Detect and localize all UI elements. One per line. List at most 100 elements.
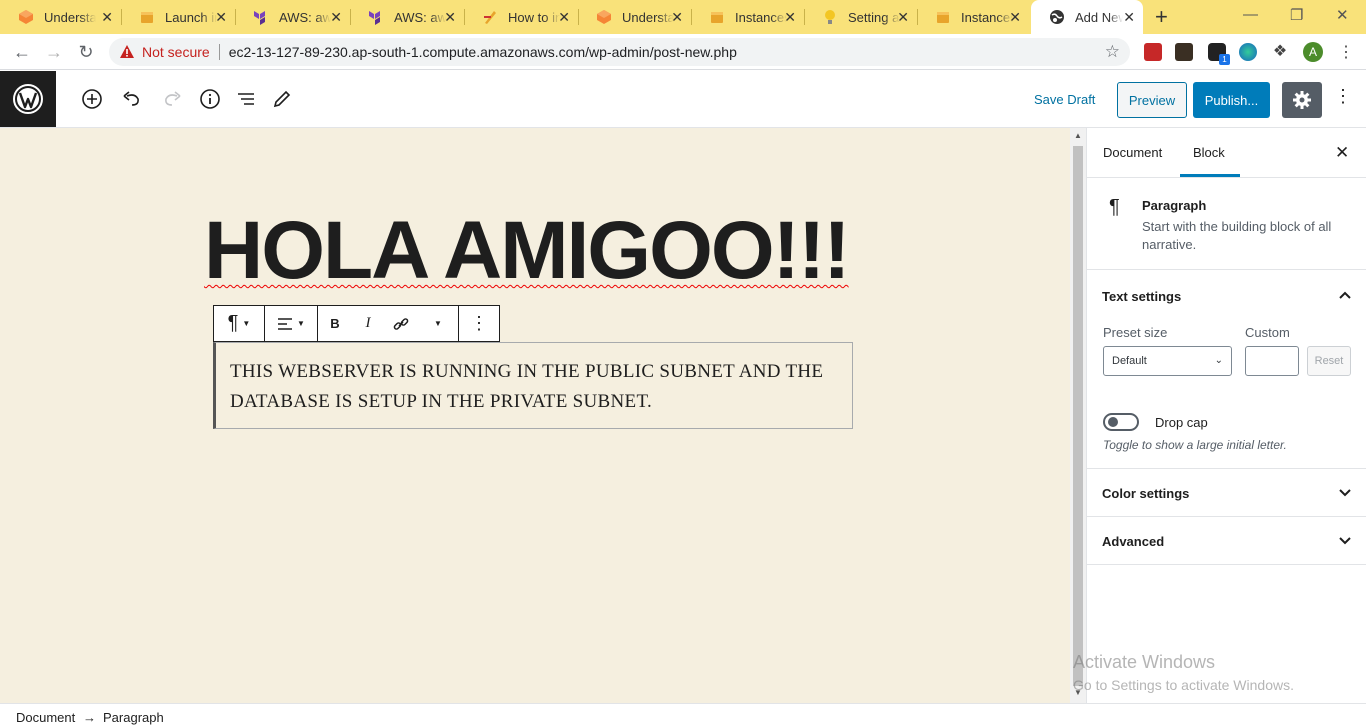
breadcrumb-paragraph[interactable]: Paragraph	[103, 710, 164, 725]
block-options-icon[interactable]: ⋮	[459, 306, 499, 341]
bookmark-star-icon[interactable]: ☆	[1105, 42, 1120, 62]
close-icon[interactable]: ✕	[1335, 143, 1349, 163]
save-draft-button[interactable]: Save Draft	[1034, 92, 1095, 107]
browser-tab-active[interactable]: Add New ✕	[1031, 0, 1143, 34]
scroll-thumb[interactable]	[1073, 146, 1083, 686]
close-icon[interactable]: ✕	[330, 9, 342, 25]
edit-pencil-icon[interactable]	[271, 88, 293, 110]
canvas-scrollbar[interactable]: ▲ ▼	[1070, 128, 1086, 703]
browser-tab[interactable]: Setting a ✕	[804, 0, 918, 34]
tab-block[interactable]: Block	[1193, 145, 1225, 160]
minimize-icon[interactable]: —	[1243, 6, 1258, 23]
browser-tab-strip: Understa ✕ Launch in ✕ AWS: aws ✕ AWS: a…	[0, 0, 1366, 34]
back-icon[interactable]: ←	[12, 42, 32, 62]
text-settings-toggle[interactable]: Text settings	[1102, 289, 1181, 304]
color-settings-toggle[interactable]: Color settings	[1102, 486, 1189, 501]
close-icon[interactable]: ✕	[784, 9, 796, 25]
browser-tab[interactable]: Understa ✕	[578, 0, 692, 34]
address-bar[interactable]: Not secure ec2-13-127-89-230.ap-south-1.…	[109, 38, 1130, 66]
advanced-toggle[interactable]: Advanced	[1102, 534, 1164, 549]
block-name: Paragraph	[1142, 198, 1207, 213]
reset-button[interactable]: Reset	[1307, 346, 1351, 376]
post-title[interactable]: HOLA AMIGOO!!!	[204, 205, 851, 296]
url-text[interactable]: ec2-13-127-89-230.ap-south-1.compute.ama…	[229, 44, 737, 60]
window-close-icon[interactable]: ✕	[1336, 6, 1349, 24]
block-description: Start with the building block of all nar…	[1142, 219, 1332, 252]
browser-tab-title: AWS: aws	[394, 9, 446, 25]
paragraph-block[interactable]: THIS WEBSERVER IS RUNNING IN THE PUBLIC …	[213, 342, 853, 429]
chevron-down-icon[interactable]	[1338, 534, 1352, 548]
scroll-up-icon[interactable]: ▲	[1074, 131, 1082, 140]
editor-header: Save Draft Preview Publish... ⋮	[0, 71, 1366, 128]
close-icon[interactable]: ✕	[897, 9, 909, 25]
browser-tab[interactable]: AWS: aws ✕	[350, 0, 465, 34]
article-icon	[482, 9, 498, 25]
extension-icon[interactable]	[1175, 43, 1193, 61]
browser-tab[interactable]: Understa ✕	[0, 0, 122, 34]
aws-box-icon	[935, 9, 951, 25]
aws-box-icon	[139, 9, 155, 25]
color-settings-panel[interactable]: Color settings	[1087, 469, 1366, 517]
preset-size-select[interactable]: Default ⌄	[1103, 346, 1232, 376]
extension-icon[interactable]	[1144, 43, 1162, 61]
activate-windows-subtext: Go to Settings to activate Windows.	[1073, 677, 1294, 693]
security-label[interactable]: Not secure	[142, 44, 210, 60]
avatar[interactable]: A	[1303, 42, 1323, 62]
browser-tab[interactable]: Instances ✕	[691, 0, 805, 34]
more-formatting-chevron-down-icon[interactable]: ▼	[418, 306, 458, 341]
browser-menu-icon[interactable]: ⋮	[1338, 42, 1354, 62]
align-left-icon[interactable]: ▼	[265, 306, 317, 341]
close-icon[interactable]: ✕	[215, 9, 227, 25]
forward-icon[interactable]: →	[44, 42, 64, 62]
bold-icon[interactable]: B	[318, 306, 352, 341]
browser-tab[interactable]: Launch in ✕	[121, 0, 236, 34]
tab-document[interactable]: Document	[1103, 145, 1162, 160]
block-card: ¶ Paragraph Start with the building bloc…	[1087, 178, 1366, 270]
post-title-text[interactable]: HOLA AMIGOO!!!	[204, 205, 851, 296]
preset-size-label: Preset size	[1103, 325, 1168, 340]
active-tab-indicator	[1180, 174, 1240, 177]
aws-icon	[18, 9, 34, 25]
undo-icon[interactable]	[121, 88, 143, 110]
wordpress-logo-icon[interactable]	[0, 71, 56, 127]
chevron-down-icon: ⌄	[1214, 355, 1223, 366]
close-icon[interactable]: ✕	[558, 9, 570, 25]
browser-tab-title: How to in	[508, 9, 560, 25]
puzzle-icon[interactable]: ❖	[1271, 43, 1289, 61]
advanced-panel[interactable]: Advanced	[1087, 517, 1366, 565]
outline-list-icon[interactable]	[235, 88, 257, 110]
breadcrumb: Document → Paragraph	[0, 703, 1366, 728]
browser-tab-title: Understa	[44, 9, 96, 25]
close-icon[interactable]: ✕	[671, 9, 683, 25]
extension-icon[interactable]	[1239, 43, 1257, 61]
close-icon[interactable]: ✕	[444, 9, 456, 25]
add-block-icon[interactable]	[81, 88, 103, 110]
new-tab-button[interactable]: +	[1155, 6, 1168, 28]
close-icon[interactable]: ✕	[1123, 9, 1135, 25]
custom-size-input[interactable]	[1245, 346, 1299, 376]
browser-tab[interactable]: AWS: aws ✕	[235, 0, 351, 34]
breadcrumb-document[interactable]: Document	[16, 710, 75, 725]
extension-badge: 1	[1219, 54, 1230, 65]
drop-cap-toggle[interactable]	[1103, 413, 1139, 431]
restore-icon[interactable]: ❐	[1290, 6, 1303, 24]
close-icon[interactable]: ✕	[101, 9, 113, 25]
browser-tab[interactable]: How to in ✕	[464, 0, 579, 34]
italic-icon[interactable]: I	[352, 306, 384, 341]
browser-tab-title: Launch in	[165, 9, 217, 25]
more-options-icon[interactable]: ⋮	[1334, 86, 1352, 107]
chevron-up-icon[interactable]	[1338, 288, 1352, 302]
info-icon[interactable]	[199, 88, 221, 110]
browser-tab-title: Instances	[735, 9, 787, 25]
link-icon[interactable]	[384, 306, 418, 341]
browser-tab[interactable]: Instances ✕	[917, 0, 1029, 34]
reload-icon[interactable]: ↻	[76, 42, 96, 62]
close-icon[interactable]: ✕	[1009, 9, 1021, 25]
preview-button[interactable]: Preview	[1117, 82, 1187, 118]
settings-gear-icon[interactable]	[1282, 82, 1322, 118]
publish-button[interactable]: Publish...	[1193, 82, 1270, 118]
redo-icon[interactable]	[161, 88, 183, 110]
drop-cap-label: Drop cap	[1155, 415, 1208, 430]
chevron-down-icon[interactable]	[1338, 486, 1352, 500]
paragraph-transform-icon[interactable]: ¶ ▼	[214, 306, 264, 341]
